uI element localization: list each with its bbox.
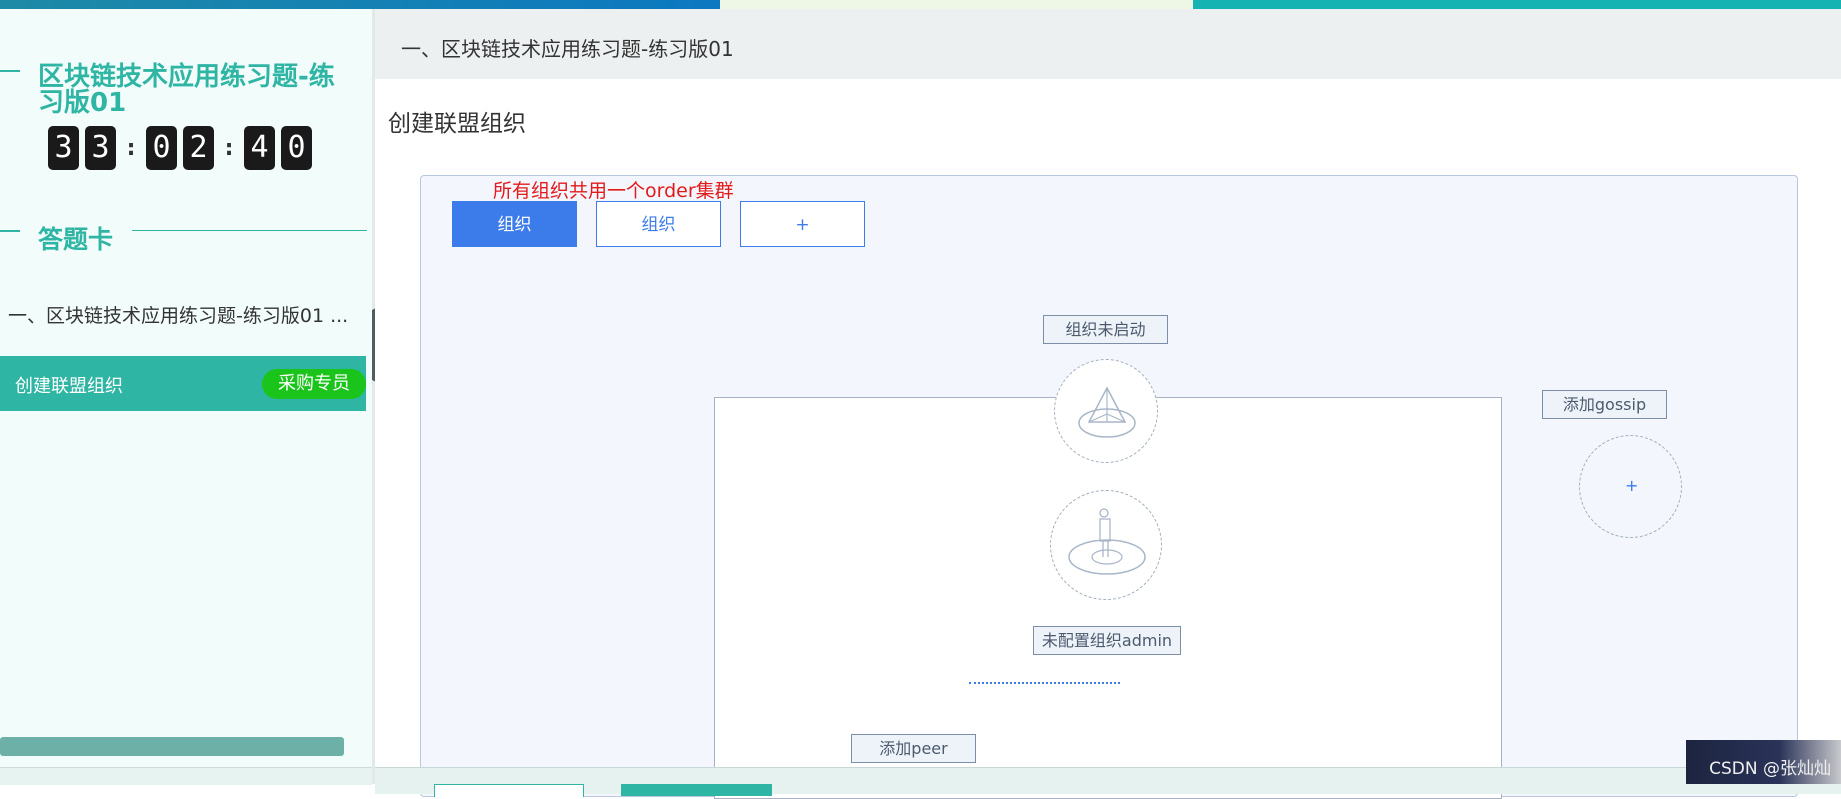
watermark-text: CSDN @张灿灿 — [1709, 759, 1831, 779]
content-header: 一、区块链技术应用练习题-练习版01 — [375, 9, 1841, 79]
org-status-tag: 组织未启动 — [1043, 315, 1168, 344]
card-divider-left — [0, 230, 20, 232]
timer-digit: 3 — [85, 126, 116, 170]
timer-separator: : — [126, 135, 136, 161]
org-tab-2[interactable]: 组织 — [596, 201, 721, 247]
org-config-panel: 所有组织共用一个order集群 组织 组织 + 组织未启动 未配置组织admin… — [420, 175, 1798, 799]
top-accent-bar — [0, 0, 1841, 9]
csdn-watermark: CSDN @张灿灿 — [1686, 740, 1841, 784]
add-org-button[interactable]: + — [740, 201, 865, 247]
title-divider — [0, 70, 20, 72]
admin-node[interactable] — [1050, 490, 1162, 600]
sidebar-section-label[interactable]: 一、区块链技术应用练习题-练习版01 ... — [8, 301, 358, 328]
sidebar-item-create-alliance[interactable]: 创建联盟组织 采购专员 — [0, 356, 366, 411]
answer-card-title: 答题卡 — [38, 225, 114, 254]
person-icon — [1068, 508, 1146, 575]
gossip-add-node[interactable]: + — [1579, 435, 1682, 538]
plus-icon: + — [1625, 476, 1639, 495]
next-button[interactable] — [621, 784, 772, 796]
sidebar-footer — [0, 767, 372, 785]
page-title: 创建联盟组织 — [388, 111, 526, 137]
connector-line — [969, 682, 1120, 684]
add-peer-button[interactable]: 添加peer — [851, 734, 976, 763]
add-gossip-button[interactable]: 添加gossip — [1542, 390, 1667, 419]
timer-digit: 2 — [183, 126, 214, 170]
main-content: 一、区块链技术应用练习题-练习版01 创建联盟组织 所有组织共用一个order集… — [375, 9, 1841, 799]
horizontal-scrollbar[interactable] — [0, 737, 344, 756]
sidebar: 区块链技术应用练习题-练习版01 3 3 : 0 2 : 4 0 答题卡 一、区… — [0, 9, 375, 785]
sidebar-item-label: 创建联盟组织 — [15, 376, 123, 397]
countdown-timer: 3 3 : 0 2 : 4 0 — [48, 124, 318, 172]
card-divider-right — [132, 230, 367, 231]
org-tab-1[interactable]: 组织 — [452, 201, 577, 247]
timer-digit: 0 — [281, 126, 312, 170]
prev-button[interactable] — [434, 784, 584, 797]
pyramid-icon — [1078, 386, 1136, 438]
section-title: 一、区块链技术应用练习题-练习版01 — [401, 37, 734, 61]
footer-bar — [375, 767, 1841, 797]
timer-digit: 0 — [146, 126, 177, 170]
admin-status-tag[interactable]: 未配置组织admin — [1033, 626, 1181, 655]
order-cluster-note: 所有组织共用一个order集群 — [493, 180, 734, 202]
timer-digit: 3 — [48, 126, 79, 170]
exam-title: 区块链技术应用练习题-练习版01 — [38, 62, 335, 118]
order-node[interactable] — [1054, 359, 1158, 463]
role-badge: 采购专员 — [262, 369, 366, 399]
timer-separator: : — [224, 135, 234, 161]
timer-digit: 4 — [244, 126, 275, 170]
